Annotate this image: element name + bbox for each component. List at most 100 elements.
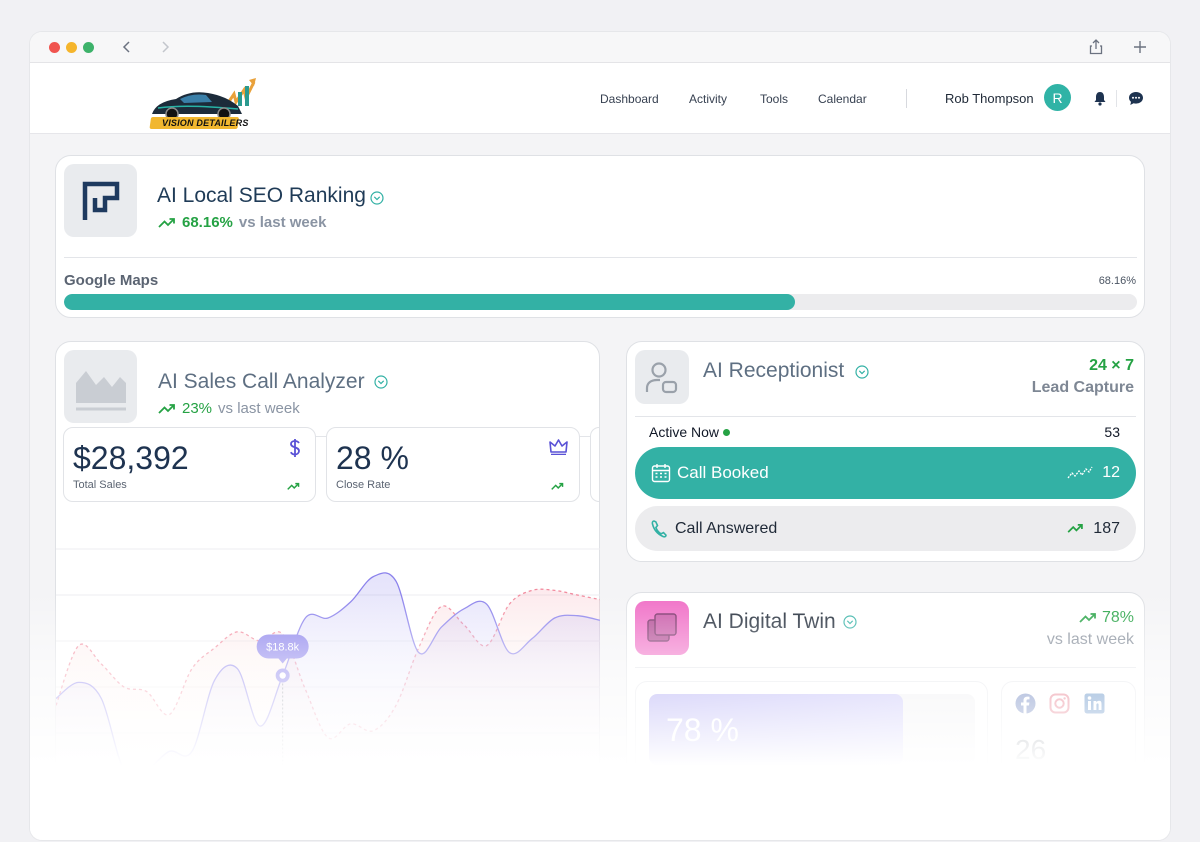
total-sales-stat[interactable]: $28,392 Total Sales [63, 427, 316, 502]
messages-button[interactable] [1127, 89, 1145, 107]
icon-divider [1116, 90, 1117, 107]
chevron-left-icon [122, 41, 130, 53]
forward-button[interactable] [154, 36, 176, 58]
online-status-dot [723, 428, 731, 436]
source-label: Google Maps [64, 272, 159, 289]
engagement-panel: 78 % Engagement [635, 681, 988, 821]
seo-dropdown-icon[interactable] [370, 191, 384, 205]
total-sales-value: $28,392 [73, 440, 189, 476]
call-answered-value: 187 [1093, 519, 1120, 537]
receptionist-divider [635, 416, 1136, 417]
notifications-button[interactable] [1091, 89, 1109, 107]
active-now-label: Active Now [649, 424, 731, 440]
call-booked-value: 12 [1102, 464, 1120, 481]
nav-link-tools[interactable]: Tools [760, 92, 788, 106]
layers-icon [647, 613, 677, 642]
digital-twin-trend: 78% [1079, 609, 1134, 627]
receptionist-card: AI Receptionist 24 × 7 Lead Capture Acti… [626, 341, 1145, 562]
total-sales-label: Total Sales [73, 479, 127, 491]
minimize-window-button[interactable] [66, 42, 77, 53]
receptionist-card-title: AI Receptionist [703, 359, 845, 382]
receptionist-dropdown-icon[interactable] [855, 365, 869, 379]
sales-line-chart: $18.8k [56, 548, 600, 801]
trending-up-icon [551, 482, 564, 490]
trending-up-icon [1079, 613, 1096, 623]
trending-up-icon [1067, 523, 1084, 533]
maximize-window-button[interactable] [83, 42, 94, 53]
dollar-icon [290, 439, 300, 457]
activity-wave-icon [1067, 466, 1093, 479]
share-icon [1089, 39, 1103, 55]
facebook-icon[interactable] [1015, 693, 1036, 714]
seo-trend-suffix: vs last week [238, 214, 327, 231]
digital-twin-divider [635, 667, 1136, 668]
sales-trend-value: 23% [182, 400, 213, 417]
browser-window: VISION DETAILERS Dashboard Activity Tool… [30, 32, 1170, 840]
seo-ranking-card: AI Local SEO Ranking 68.16% vs last week… [55, 155, 1145, 318]
call-booked-row[interactable]: Call Booked 12 [635, 447, 1136, 499]
availability-label: 24 × 7 [1089, 357, 1134, 374]
sales-icon-tile [64, 350, 137, 423]
top-navbar: VISION DETAILERS Dashboard Activity Tool… [30, 63, 1170, 134]
digital-twin-dropdown-icon[interactable] [843, 615, 857, 629]
instagram-icon[interactable] [1049, 693, 1070, 714]
close-window-button[interactable] [49, 42, 60, 53]
digital-twin-card: AI Digital Twin 78% vs last week 78 % En… [626, 592, 1145, 832]
share-button[interactable] [1085, 36, 1107, 58]
posts-panel: 26 Total Posts [1001, 681, 1136, 821]
close-rate-label: Close Rate [336, 479, 391, 491]
receptionist-icon-tile [635, 350, 689, 404]
nav-divider [906, 89, 907, 108]
seo-card-title: AI Local SEO Ranking [157, 184, 366, 207]
flag-icon [82, 181, 119, 220]
close-rate-value: 28 % [336, 440, 409, 476]
active-count: 53 [1104, 424, 1120, 440]
partial-stat-card[interactable] [590, 427, 599, 502]
total-posts-value: 26 [1015, 734, 1047, 765]
nav-link-dashboard[interactable]: Dashboard [600, 92, 659, 106]
plus-icon [1134, 41, 1146, 53]
digital-twin-trend-suffix: vs last week [1046, 631, 1134, 648]
engagement-value: 78 % [666, 712, 739, 748]
seo-trend: 68.16% vs last week [158, 214, 326, 231]
sales-trend-suffix: vs last week [218, 400, 300, 417]
digital-twin-title: AI Digital Twin [703, 610, 836, 633]
crown-icon [549, 439, 568, 455]
dashboard-content: AI Local SEO Ranking 68.16% vs last week… [30, 134, 1170, 840]
seo-progress-bar [64, 294, 1137, 310]
seo-progress-fill [64, 294, 796, 310]
total-posts-label: Total Posts [1015, 773, 1084, 789]
trending-up-icon [158, 217, 175, 228]
browser-title-bar [30, 32, 1170, 63]
phone-icon [651, 519, 667, 538]
sales-dropdown-icon[interactable] [374, 375, 388, 389]
bell-icon [1094, 91, 1106, 106]
new-tab-button[interactable] [1129, 36, 1151, 58]
trending-up-icon [158, 403, 175, 414]
user-name[interactable]: Rob Thompson [945, 91, 1034, 106]
lead-capture-label: Lead Capture [1031, 379, 1134, 396]
calendar-icon [651, 464, 671, 483]
chevron-right-icon [162, 41, 170, 53]
progress-percent-label: 68.16% [1098, 275, 1136, 287]
call-booked-label: Call Booked [677, 463, 769, 482]
nav-link-activity[interactable]: Activity [689, 92, 727, 106]
seo-divider [64, 257, 1137, 258]
call-answered-row[interactable]: Call Answered 187 [635, 506, 1136, 551]
seo-trend-value: 68.16% [182, 214, 233, 231]
call-answered-label: Call Answered [675, 519, 778, 537]
brand-logo[interactable]: VISION DETAILERS [146, 68, 258, 130]
nav-link-calendar[interactable]: Calendar [818, 92, 867, 106]
linkedin-icon[interactable] [1084, 693, 1105, 714]
sales-trend: 23% vs last week [158, 400, 300, 417]
user-check-icon [645, 362, 678, 394]
digital-twin-icon-tile [635, 601, 689, 655]
back-button[interactable] [116, 36, 138, 58]
sales-card-title: AI Sales Call Analyzer [158, 370, 365, 393]
close-rate-stat[interactable]: 28 % Close Rate [326, 427, 580, 502]
active-now-text: Active Now [649, 424, 720, 440]
user-avatar[interactable]: R [1044, 84, 1071, 111]
engagement-label: Engagement [650, 772, 736, 789]
tooltip-point-inner [279, 672, 286, 679]
trending-up-icon [287, 482, 300, 490]
